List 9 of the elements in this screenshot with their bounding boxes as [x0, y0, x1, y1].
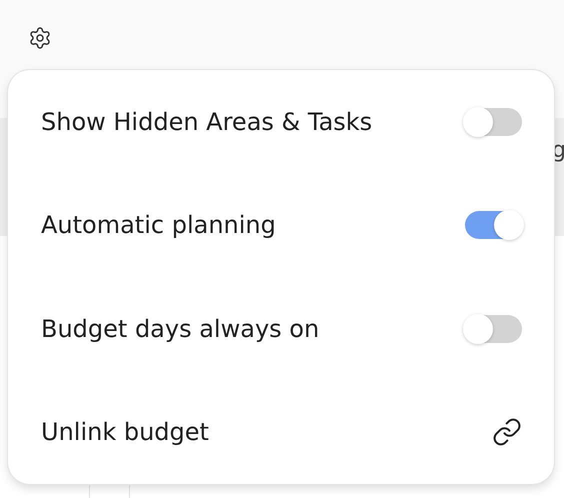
menu-item-label: Show Hidden Areas & Tasks	[41, 108, 372, 136]
link-icon[interactable]	[492, 417, 522, 448]
menu-item-label: Budget days always on	[41, 314, 320, 343]
toggle-switch[interactable]	[465, 211, 522, 240]
toggle-switch[interactable]	[465, 108, 522, 136]
settings-button[interactable]	[28, 26, 52, 50]
toggle-switch[interactable]	[465, 314, 522, 343]
menu-item-label: Automatic planning	[41, 211, 276, 240]
menu-item-label: Unlink budget	[41, 418, 209, 446]
